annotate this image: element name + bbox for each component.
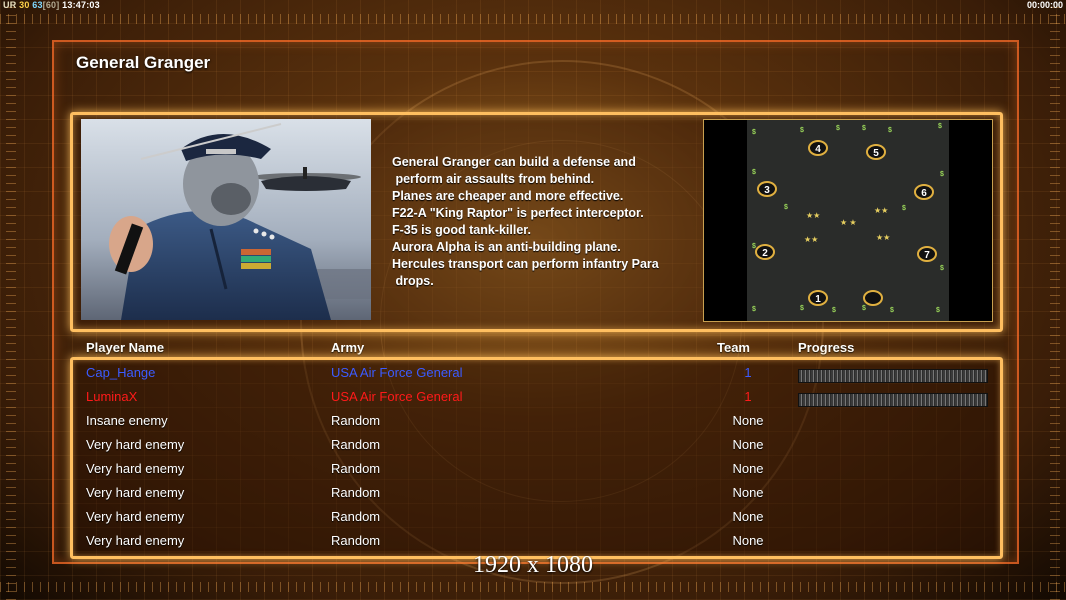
player-team: None: [732, 461, 764, 476]
minimap-oil-marker: ★★: [804, 235, 818, 244]
player-row: Very hard enemy Random None: [0, 437, 1066, 461]
player-row: LuminaX USA Air Force General 1: [0, 389, 1066, 413]
minimap-supply-marker: $: [784, 204, 788, 211]
player-row: Cap_Hange USA Air Force General 1: [0, 365, 1066, 389]
minimap-start-position[interactable]: 7: [917, 246, 937, 262]
player-name: Very hard enemy: [86, 437, 185, 452]
player-team: None: [732, 437, 764, 452]
minimap-start-label: 7: [924, 250, 930, 261]
player-name: Cap_Hange: [86, 365, 156, 380]
minimap-supply-marker: $: [888, 127, 892, 134]
minimap-start-label: 1: [815, 294, 821, 305]
general-title: General Granger: [76, 53, 211, 72]
player-team: None: [732, 509, 764, 524]
player-army: Random: [331, 509, 381, 524]
description-line: drops.: [392, 274, 434, 288]
fps-value-2: 63: [32, 0, 43, 10]
minimap-oil-marker: ★★: [876, 233, 890, 242]
general-portrait: [81, 119, 371, 320]
ruler-top: [0, 14, 1066, 24]
fps-value: 30: [19, 0, 30, 10]
minimap-start-position[interactable]: [863, 290, 883, 306]
player-name: LuminaX: [86, 389, 138, 404]
player-army: USA Air Force General: [331, 389, 463, 404]
loading-progress-bar: [798, 369, 988, 383]
description-line: General Granger can build a defense and: [392, 155, 636, 169]
player-team: None: [732, 485, 764, 500]
ur-label: UR: [3, 0, 17, 10]
minimap-start-position[interactable]: 5: [866, 144, 886, 160]
description-line: Aurora Alpha is an anti-building plane.: [392, 240, 621, 254]
player-team: None: [732, 533, 764, 548]
minimap-oil-marker: ★ ★: [840, 218, 857, 227]
minimap-supply-marker: $: [800, 127, 804, 134]
player-army: Random: [331, 437, 381, 452]
minimap-start-label: 6: [921, 188, 927, 199]
description-line: F22-A "King Raptor" is perfect intercept…: [392, 206, 644, 220]
column-header-player-name: Player Name: [86, 340, 165, 355]
minimap-start-position[interactable]: 2: [755, 244, 775, 260]
description-line: F-35 is good tank-killer.: [392, 223, 531, 237]
player-army: Random: [331, 533, 381, 548]
minimap-supply-marker: $: [752, 169, 756, 176]
player-team: None: [732, 413, 764, 428]
player-army: Random: [331, 461, 381, 476]
column-header-army: Army: [331, 340, 365, 355]
column-header-progress: Progress: [798, 340, 855, 355]
minimap-supply-marker: $: [940, 171, 944, 178]
general-description: General Granger can build a defense and …: [392, 154, 692, 290]
description-line: Planes are cheaper and more effective.: [392, 189, 624, 203]
minimap-start-position[interactable]: 1: [808, 290, 828, 306]
player-name: Very hard enemy: [86, 509, 185, 524]
player-army: USA Air Force General: [331, 365, 463, 380]
player-name: Insane enemy: [86, 413, 168, 428]
description-line: Hercules transport can perform infantry …: [392, 257, 659, 271]
player-team: 1: [744, 389, 752, 404]
loading-progress-bar: [798, 393, 988, 407]
minimap: $ $ $ $ $ $ $ $ $ $ $ $ $ $ $ $ $ $ ★★ ★ ★ ★★ ★★ ★★ 1 2 3 4 5…: [703, 119, 993, 322]
minimap-start-position[interactable]: 4: [808, 140, 828, 156]
player-army: Random: [331, 485, 381, 500]
minimap-supply-marker: $: [890, 307, 894, 314]
description-line: perform air assaults from behind.: [392, 172, 595, 186]
minimap-supply-marker: $: [836, 125, 840, 132]
minimap-start-position[interactable]: 6: [914, 184, 934, 200]
general-portrait-illustration: [81, 119, 371, 320]
resolution-label: 1920 x 1080: [473, 552, 593, 578]
minimap-supply-marker: $: [800, 305, 804, 312]
player-army: Random: [331, 413, 381, 428]
minimap-supply-marker: $: [752, 306, 756, 313]
minimap-canvas: $ $ $ $ $ $ $ $ $ $ $ $ $ $ $ $ $ $ ★★ ★ ★ ★★ ★★ ★★ 1 2 3 4 5…: [747, 120, 949, 321]
column-header-team: Team: [717, 340, 750, 355]
minimap-supply-marker: $: [938, 123, 942, 130]
minimap-supply-marker: $: [902, 205, 906, 212]
minimap-supply-marker: $: [752, 243, 756, 250]
minimap-start-label: 3: [764, 185, 770, 196]
minimap-supply-marker: $: [862, 305, 866, 312]
player-name: Very hard enemy: [86, 533, 185, 548]
minimap-start-label: 5: [873, 148, 879, 159]
minimap-start-label: 4: [815, 144, 821, 155]
player-row: Insane enemy Random None: [0, 413, 1066, 437]
player-name: Very hard enemy: [86, 485, 185, 500]
minimap-supply-marker: $: [862, 125, 866, 132]
minimap-start-position[interactable]: 3: [757, 181, 777, 197]
player-row: Very hard enemy Random None: [0, 509, 1066, 533]
player-name: Very hard enemy: [86, 461, 185, 476]
minimap-supply-marker: $: [940, 265, 944, 272]
minimap-oil-marker: ★★: [806, 211, 820, 220]
minimap-supply-marker: $: [936, 307, 940, 314]
fps-limit: [60]: [42, 0, 60, 10]
player-row: Very hard enemy Random None: [0, 461, 1066, 485]
debug-status: UR 30 63[60] 13:47:03: [3, 0, 100, 10]
minimap-supply-marker: $: [752, 129, 756, 136]
ruler-bottom: [0, 582, 1066, 592]
player-team: 1: [744, 365, 752, 380]
minimap-oil-marker: ★★: [874, 206, 888, 215]
minimap-supply-marker: $: [832, 307, 836, 314]
game-timer: 00:00:00: [1026, 0, 1063, 10]
player-row: Very hard enemy Random None: [0, 485, 1066, 509]
minimap-start-label: 2: [762, 248, 768, 259]
clock: 13:47:03: [62, 0, 100, 10]
